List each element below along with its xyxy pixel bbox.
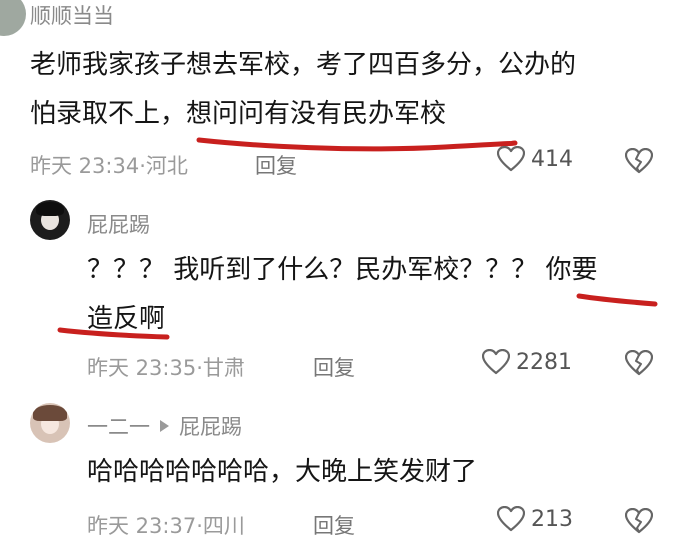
comment-meta: 昨天 23:35·甘肃 xyxy=(87,352,245,382)
meta-separator: · xyxy=(139,154,146,178)
reply-arrow-icon xyxy=(160,420,169,432)
avatar[interactable] xyxy=(30,200,70,240)
like-count: 213 xyxy=(531,506,573,532)
comment-text-line: 老师我家孩子想去军校，考了四百多分，公办的 xyxy=(30,50,577,80)
comment-text-line: 哈哈哈哈哈哈哈，大晚上笑发财了 xyxy=(87,457,478,487)
heart-outline-icon xyxy=(497,506,525,532)
comment-location: 四川 xyxy=(202,514,245,538)
comment-time: 昨天 23:37 xyxy=(87,514,197,538)
reply-button[interactable]: 回复 xyxy=(255,150,297,180)
comment-meta: 昨天 23:34·河北 xyxy=(30,150,188,180)
comment-username[interactable]: 一二一 xyxy=(87,411,150,441)
reply-button[interactable]: 回复 xyxy=(313,510,355,540)
heart-outline-icon xyxy=(497,146,525,172)
highlight-underline xyxy=(196,137,518,152)
like-count: 2281 xyxy=(516,349,572,375)
reply-to-username[interactable]: 屁屁踢 xyxy=(179,411,242,441)
avatar[interactable] xyxy=(0,0,26,36)
comment-location: 河北 xyxy=(145,154,188,178)
comment-username[interactable]: 屁屁踢 xyxy=(87,209,150,239)
avatar[interactable] xyxy=(30,403,70,443)
reply-header: 一二一 屁屁踢 xyxy=(87,411,242,441)
broken-heart-icon[interactable] xyxy=(625,148,653,174)
comment-username[interactable]: 顺顺当当 xyxy=(30,0,114,30)
heart-outline-icon xyxy=(482,349,510,375)
broken-heart-icon[interactable] xyxy=(625,508,653,534)
comment-time: 昨天 23:34 xyxy=(30,154,140,178)
comment-time: 昨天 23:35 xyxy=(87,356,197,380)
meta-separator: · xyxy=(196,514,203,538)
like-button[interactable]: 414 xyxy=(497,146,573,172)
like-button[interactable]: 213 xyxy=(497,506,573,532)
meta-separator: · xyxy=(196,356,203,380)
reply-button[interactable]: 回复 xyxy=(313,352,355,382)
like-button[interactable]: 2281 xyxy=(482,349,572,375)
like-count: 414 xyxy=(531,146,573,172)
highlight-underline xyxy=(576,293,658,307)
comment-text-line: 怕录取不上，想问问有没有民办军校 xyxy=(30,99,447,129)
comment-location: 甘肃 xyxy=(202,356,245,380)
broken-heart-icon[interactable] xyxy=(625,350,653,376)
comment-text-line: 造反啊 xyxy=(87,304,166,334)
comment-meta: 昨天 23:37·四川 xyxy=(87,510,245,540)
comment-text-line: ？？？ 我听到了什么？民办军校？？？ 你要 xyxy=(87,255,598,285)
